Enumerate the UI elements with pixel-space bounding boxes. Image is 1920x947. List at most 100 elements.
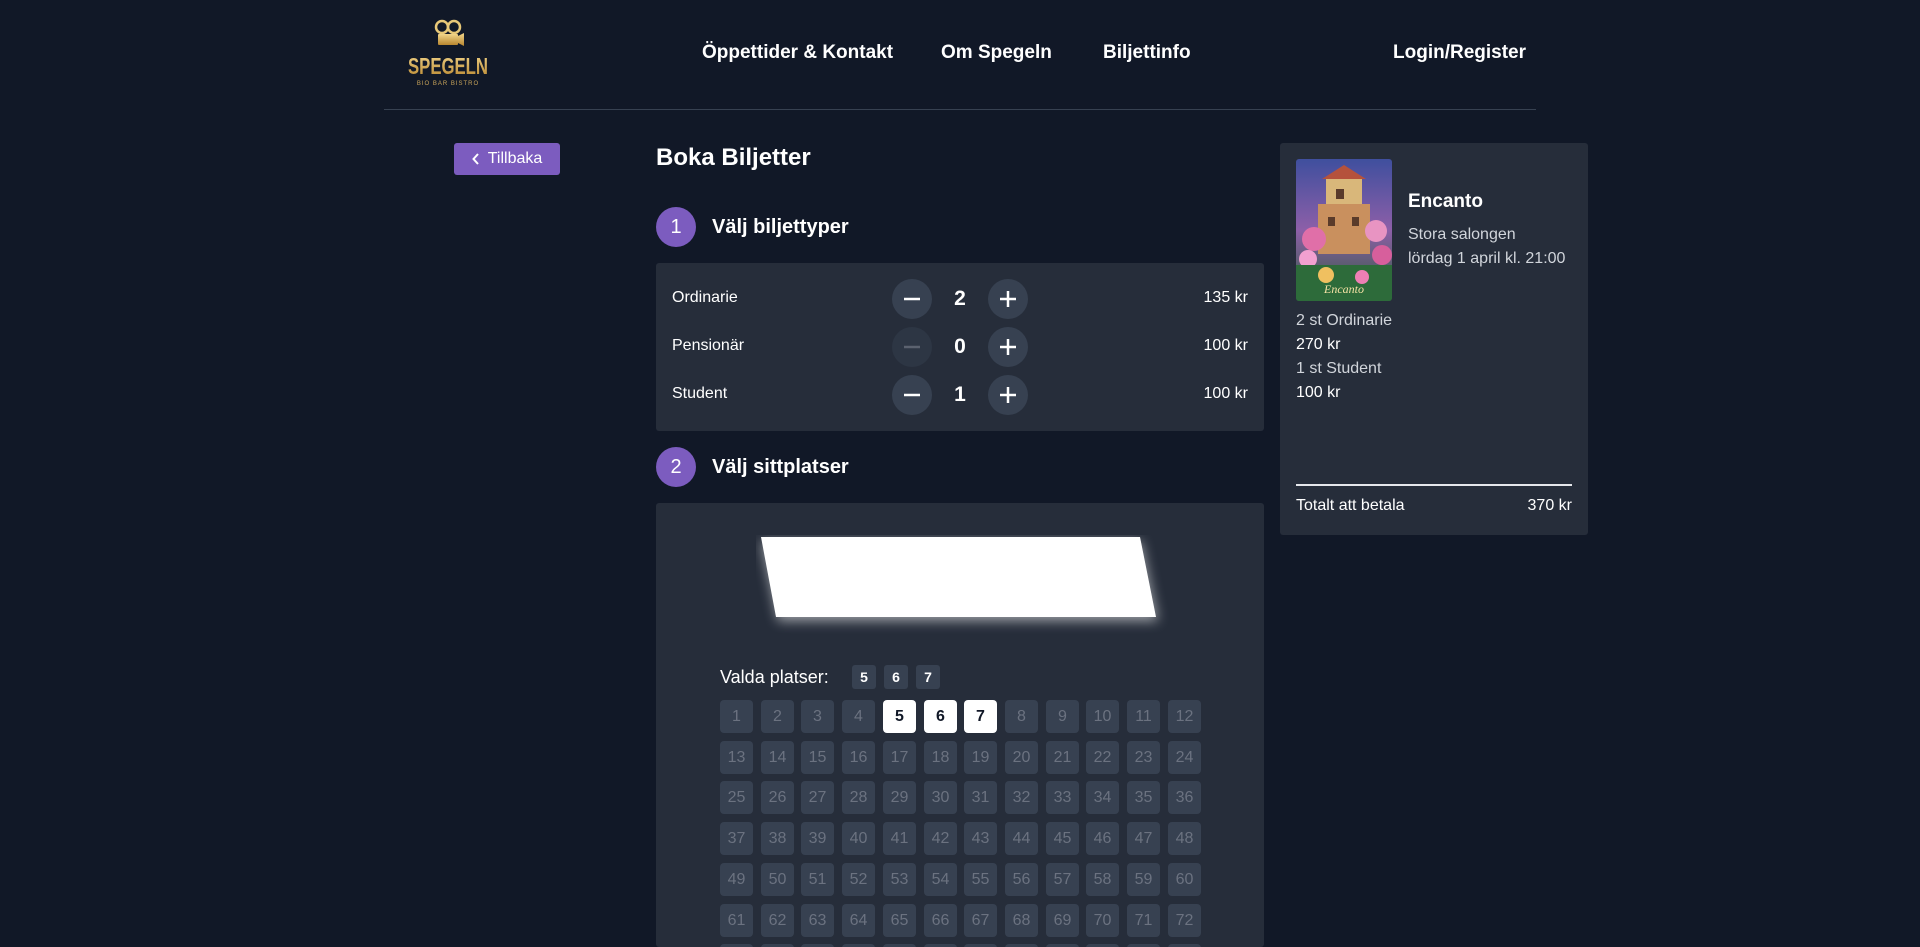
seat-selection-panel: Valda platser: 5 6 7 1 2 3 4 5 6 7 8 9 10 11 12 13 14… [656,503,1264,947]
seat[interactable]: 15 [801,741,834,774]
seat[interactable]: 21 [1046,741,1079,774]
seat[interactable]: 2 [761,700,794,733]
login-register-link[interactable]: Login/Register [1393,42,1526,64]
nav-link-about[interactable]: Om Spegeln [941,42,1052,64]
nav-link-ticket-info[interactable]: Biljettinfo [1103,42,1191,64]
seat[interactable]: 66 [924,904,957,937]
seat[interactable]: 14 [761,741,794,774]
seat[interactable]: 38 [761,822,794,855]
seat[interactable]: 57 [1046,863,1079,896]
ticket-row-pensionar: Pensionär 0 100 kr [656,323,1264,371]
seat[interactable]: 67 [964,904,997,937]
seat[interactable]: 40 [842,822,875,855]
seat[interactable]: 56 [1005,863,1038,896]
seat[interactable]: 58 [1086,863,1119,896]
seat[interactable]: 13 [720,741,753,774]
plus-icon [1000,387,1016,403]
ticket-row-ordinarie: Ordinarie 2 135 kr [656,275,1264,323]
seat[interactable]: 43 [964,822,997,855]
seat[interactable]: 62 [761,904,794,937]
seat[interactable]: 22 [1086,741,1119,774]
seat[interactable]: 16 [842,741,875,774]
salon-name: Stora salongen [1408,226,1516,243]
summary-divider [1296,484,1572,486]
increase-ordinarie-button[interactable] [988,279,1028,319]
seat[interactable]: 10 [1086,700,1119,733]
seat[interactable]: 18 [924,741,957,774]
seat[interactable]: 12 [1168,700,1201,733]
decrease-ordinarie-button[interactable] [892,279,932,319]
seat[interactable]: 28 [842,781,875,814]
seat[interactable]: 31 [964,781,997,814]
decrease-student-button[interactable] [892,375,932,415]
seat[interactable]: 11 [1127,700,1160,733]
seat[interactable]: 36 [1168,781,1201,814]
svg-text:Encanto: Encanto [1323,282,1364,296]
seat[interactable]: 42 [924,822,957,855]
seat[interactable]: 4 [842,700,875,733]
seat[interactable]: 50 [761,863,794,896]
selected-seat-chip: 6 [884,665,908,689]
seat[interactable]: 49 [720,863,753,896]
increase-pensionar-button[interactable] [988,327,1028,367]
step-2-badge: 2 [656,447,696,487]
seat[interactable]: 47 [1127,822,1160,855]
seat[interactable]: 51 [801,863,834,896]
seat[interactable]: 9 [1046,700,1079,733]
seat[interactable]: 59 [1127,863,1160,896]
seat[interactable]: 48 [1168,822,1201,855]
seat[interactable]: 3 [801,700,834,733]
seat[interactable]: 35 [1127,781,1160,814]
seat[interactable]: 71 [1127,904,1160,937]
seat[interactable]: 54 [924,863,957,896]
seat[interactable]: 70 [1086,904,1119,937]
nav-link-opening-hours[interactable]: Öppettider & Kontakt [702,42,893,64]
page-title: Boka Biljetter [656,144,811,171]
decrease-pensionar-button[interactable] [892,327,932,367]
back-button[interactable]: Tillbaka [454,143,560,175]
seat[interactable]: 33 [1046,781,1079,814]
seat[interactable]: 65 [883,904,916,937]
seat[interactable]: 26 [761,781,794,814]
seat[interactable]: 17 [883,741,916,774]
seat[interactable]: 72 [1168,904,1201,937]
seat[interactable]: 55 [964,863,997,896]
seat[interactable]: 37 [720,822,753,855]
seat[interactable]: 32 [1005,781,1038,814]
seat[interactable]: 52 [842,863,875,896]
seat[interactable]: 27 [801,781,834,814]
seat[interactable]: 29 [883,781,916,814]
seat[interactable]: 41 [883,822,916,855]
seat[interactable]: 69 [1046,904,1079,937]
seat[interactable]: 68 [1005,904,1038,937]
seat[interactable]: 46 [1086,822,1119,855]
seat[interactable]: 34 [1086,781,1119,814]
seat[interactable]: 20 [1005,741,1038,774]
ticket-count-student: 1 [954,383,966,406]
seat[interactable]: 24 [1168,741,1201,774]
seat[interactable]: 19 [964,741,997,774]
seat[interactable]: 44 [1005,822,1038,855]
seat[interactable]: 63 [801,904,834,937]
total-value: 370 kr [1527,497,1572,514]
cinema-screen [756,535,1176,635]
seat[interactable]: 1 [720,700,753,733]
seat[interactable]: 5 [883,700,916,733]
spegeln-logo[interactable]: SPEGELN BIO BAR BISTRO [406,18,490,90]
seat[interactable]: 23 [1127,741,1160,774]
minus-icon [904,393,920,397]
seat[interactable]: 45 [1046,822,1079,855]
seat[interactable]: 53 [883,863,916,896]
seat[interactable]: 6 [924,700,957,733]
increase-student-button[interactable] [988,375,1028,415]
ticket-price-student: 100 kr [1203,385,1248,402]
booking-summary-panel: Encanto Encanto Stora salongen lördag 1 … [1280,143,1588,535]
seat[interactable]: 61 [720,904,753,937]
seat[interactable]: 30 [924,781,957,814]
seat[interactable]: 39 [801,822,834,855]
seat[interactable]: 64 [842,904,875,937]
seat[interactable]: 7 [964,700,997,733]
seat[interactable]: 25 [720,781,753,814]
seat[interactable]: 8 [1005,700,1038,733]
seat[interactable]: 60 [1168,863,1201,896]
